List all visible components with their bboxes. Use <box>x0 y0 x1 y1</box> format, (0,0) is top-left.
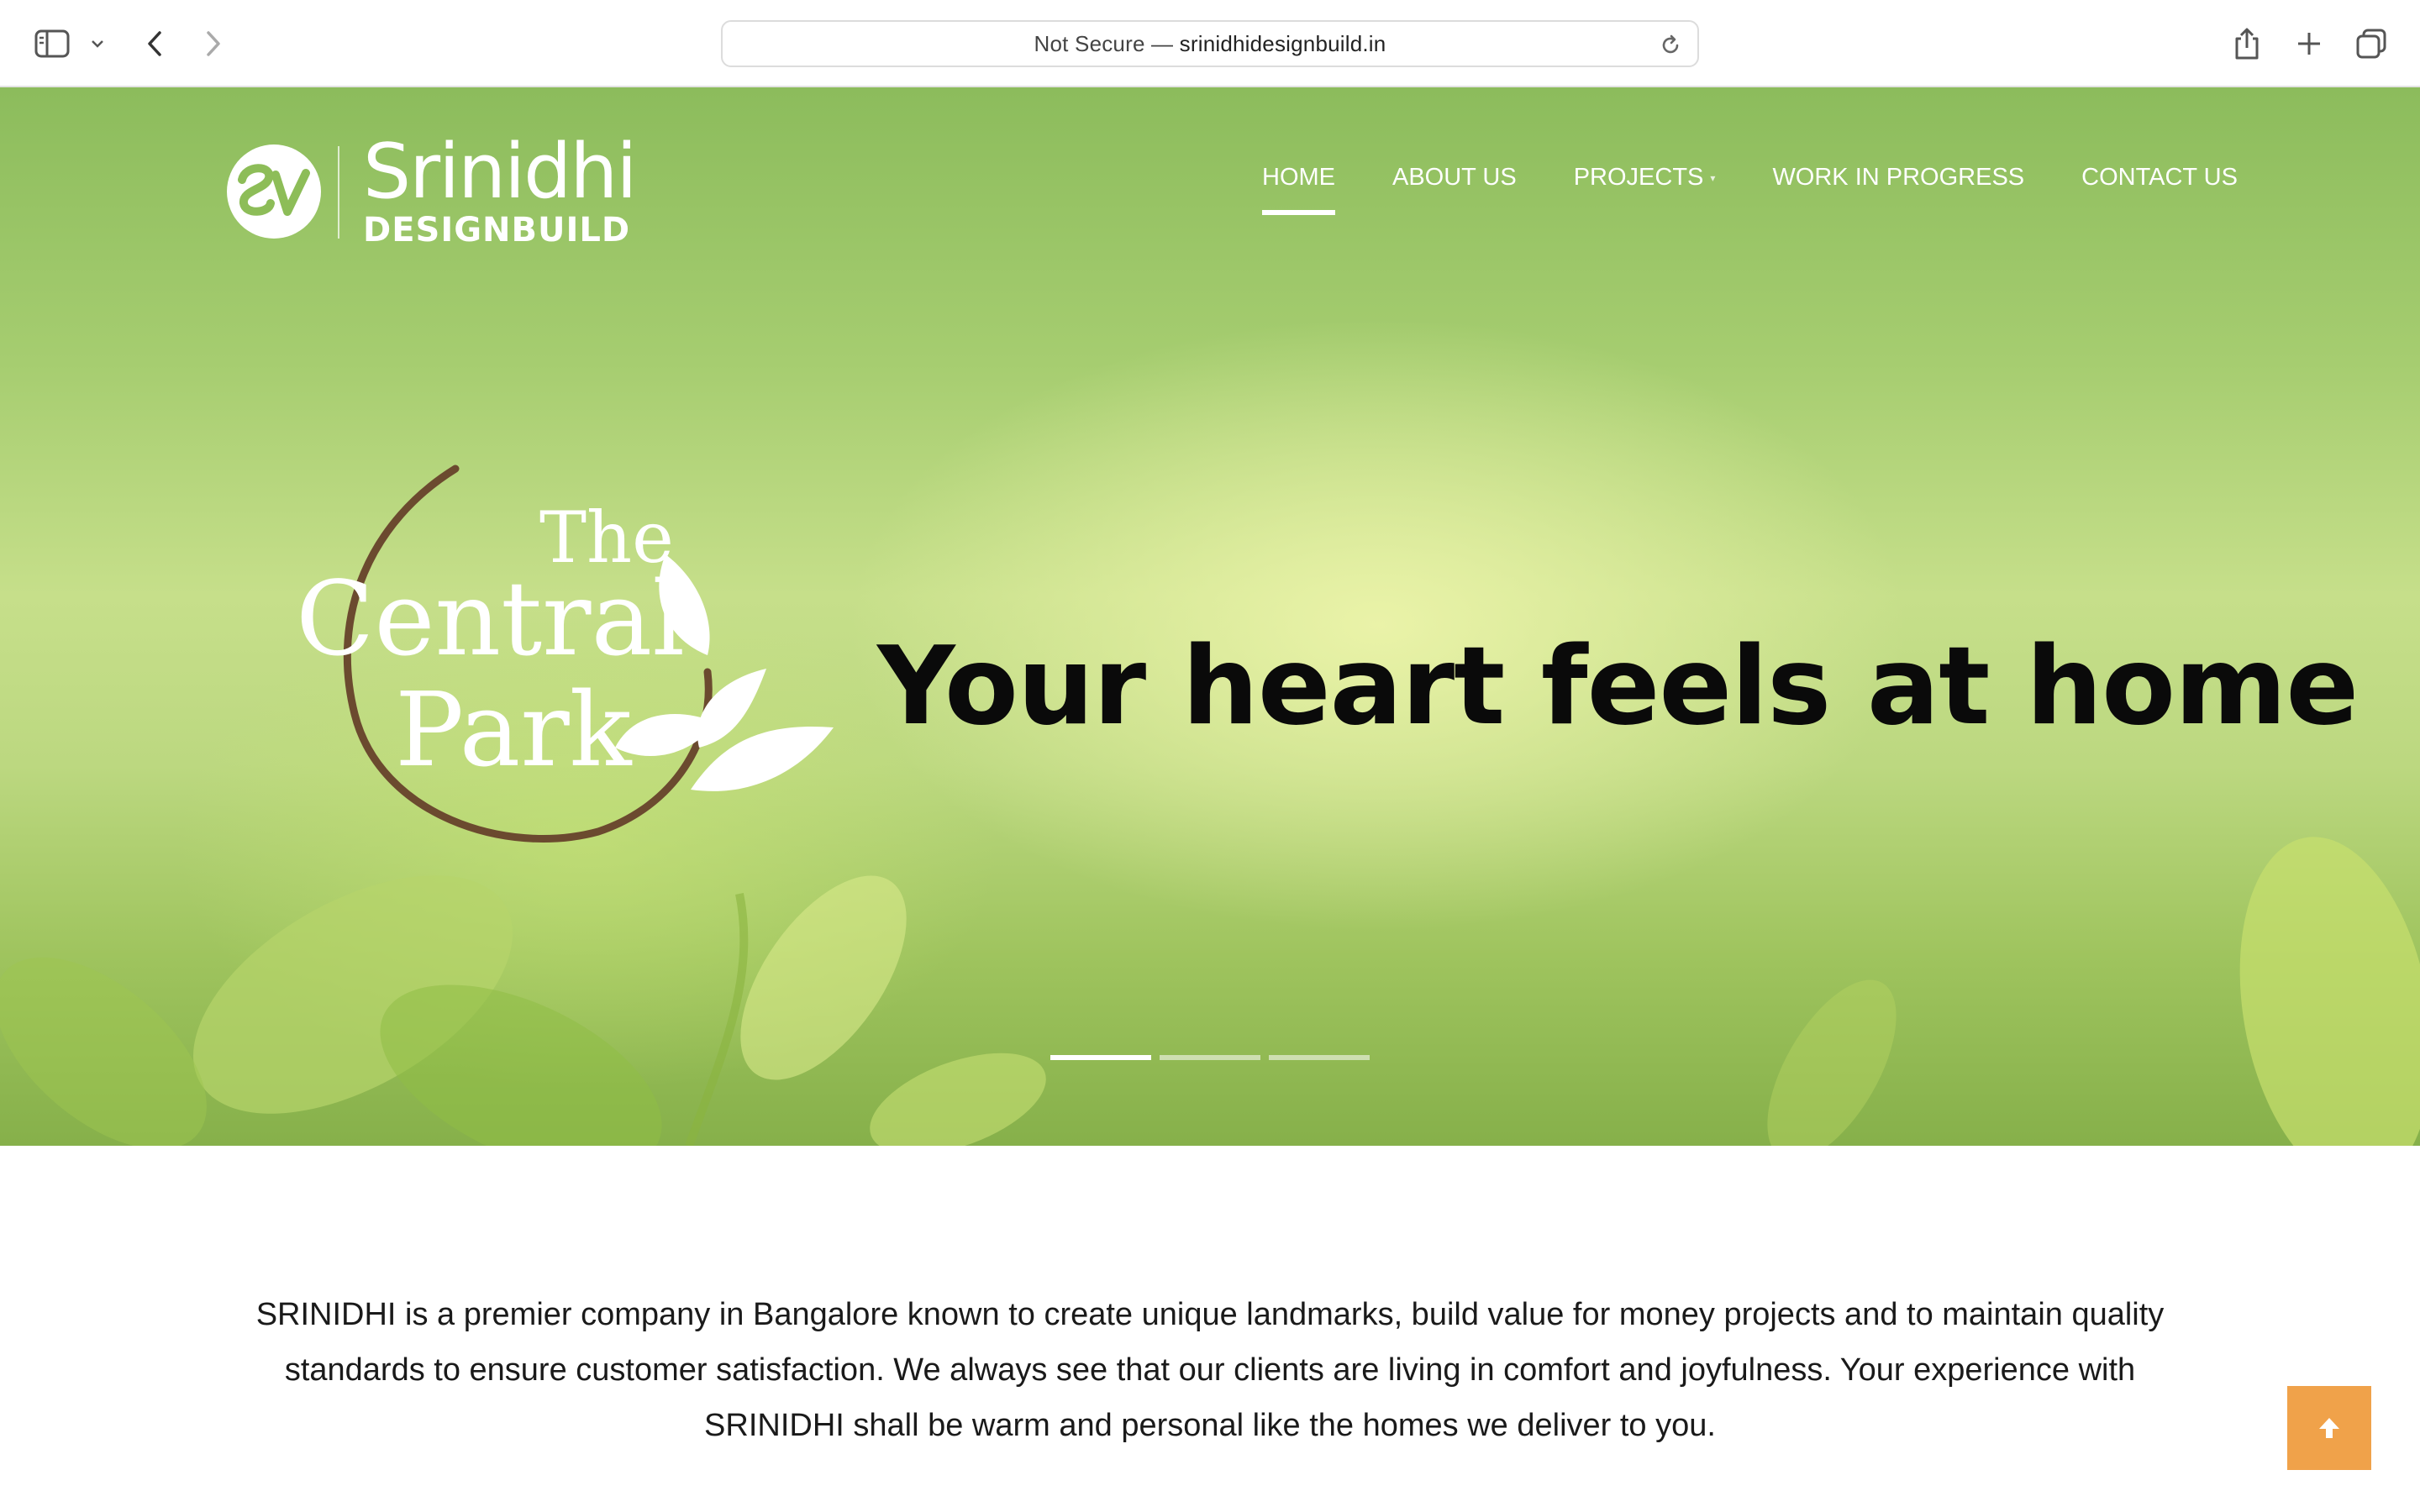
project-logo-line-3: Park <box>395 670 632 790</box>
nav-contact-us[interactable]: CONTACT US <box>2081 163 2238 192</box>
forward-icon <box>207 31 220 56</box>
hero-slider: Srinidhi DESIGNBUILD HOME ABOUT US PROJE… <box>0 87 2420 1146</box>
back-icon <box>148 31 161 56</box>
slider-dot-3[interactable] <box>1269 1055 1370 1060</box>
logo-subtitle: DESIGNBUILD <box>363 211 631 249</box>
main-navigation: HOME ABOUT US PROJECTS ▾ WORK IN PROGRESS… <box>1262 163 2238 216</box>
site-logo[interactable]: Srinidhi DESIGNBUILD <box>224 128 637 252</box>
address-bar[interactable]: Not Secure — srinidhidesignbuild.in <box>721 20 1699 67</box>
tab-overview-button[interactable] <box>2349 18 2393 69</box>
logo-mark-icon <box>227 144 321 239</box>
sidebar-icon <box>34 29 70 58</box>
reload-icon[interactable] <box>1659 34 1682 57</box>
address-domain: srinidhidesignbuild.in <box>1179 30 1386 56</box>
nav-projects-label: PROJECTS <box>1573 164 1704 191</box>
sidebar-toggle-button[interactable] <box>30 18 74 69</box>
nav-home[interactable]: HOME <box>1262 163 1335 216</box>
share-icon <box>2235 28 2259 60</box>
scroll-to-top-button[interactable] <box>2287 1386 2371 1470</box>
company-intro-text: SRINIDHI is a premier company in Bangalo… <box>255 1297 2165 1443</box>
share-button[interactable] <box>2225 18 2269 69</box>
new-tab-button[interactable] <box>2287 18 2331 69</box>
central-park-logo: The Central Park <box>296 462 850 865</box>
arrow-up-icon <box>2319 1418 2339 1438</box>
nav-about-us[interactable]: ABOUT US <box>1392 163 1517 192</box>
tabs-icon <box>2356 29 2386 59</box>
browser-toolbar: Not Secure — srinidhidesignbuild.in <box>0 0 2420 87</box>
logo-name: Srinidhi <box>363 128 637 216</box>
address-text: Not Secure — srinidhidesignbuild.in <box>1034 31 1386 57</box>
address-security-label: Not Secure — <box>1034 30 1180 56</box>
plus-icon <box>2298 33 2320 55</box>
sidebar-menu-button[interactable] <box>82 18 113 69</box>
dropdown-caret-icon: ▾ <box>1710 172 1716 185</box>
hero-tagline: Your heart feels at home <box>877 624 2359 749</box>
slider-dot-2[interactable] <box>1160 1055 1260 1060</box>
slider-dot-1[interactable] <box>1050 1055 1151 1060</box>
nav-work-in-progress[interactable]: WORK IN PROGRESS <box>1772 163 2024 192</box>
forward-button[interactable] <box>192 18 235 69</box>
nav-projects[interactable]: PROJECTS ▾ <box>1574 163 1716 192</box>
slider-pagination <box>1050 1055 1378 1060</box>
project-logo-line-2: Central <box>296 559 686 679</box>
back-button[interactable] <box>133 18 176 69</box>
logo-divider <box>338 146 339 239</box>
chevron-down-icon <box>92 40 103 48</box>
